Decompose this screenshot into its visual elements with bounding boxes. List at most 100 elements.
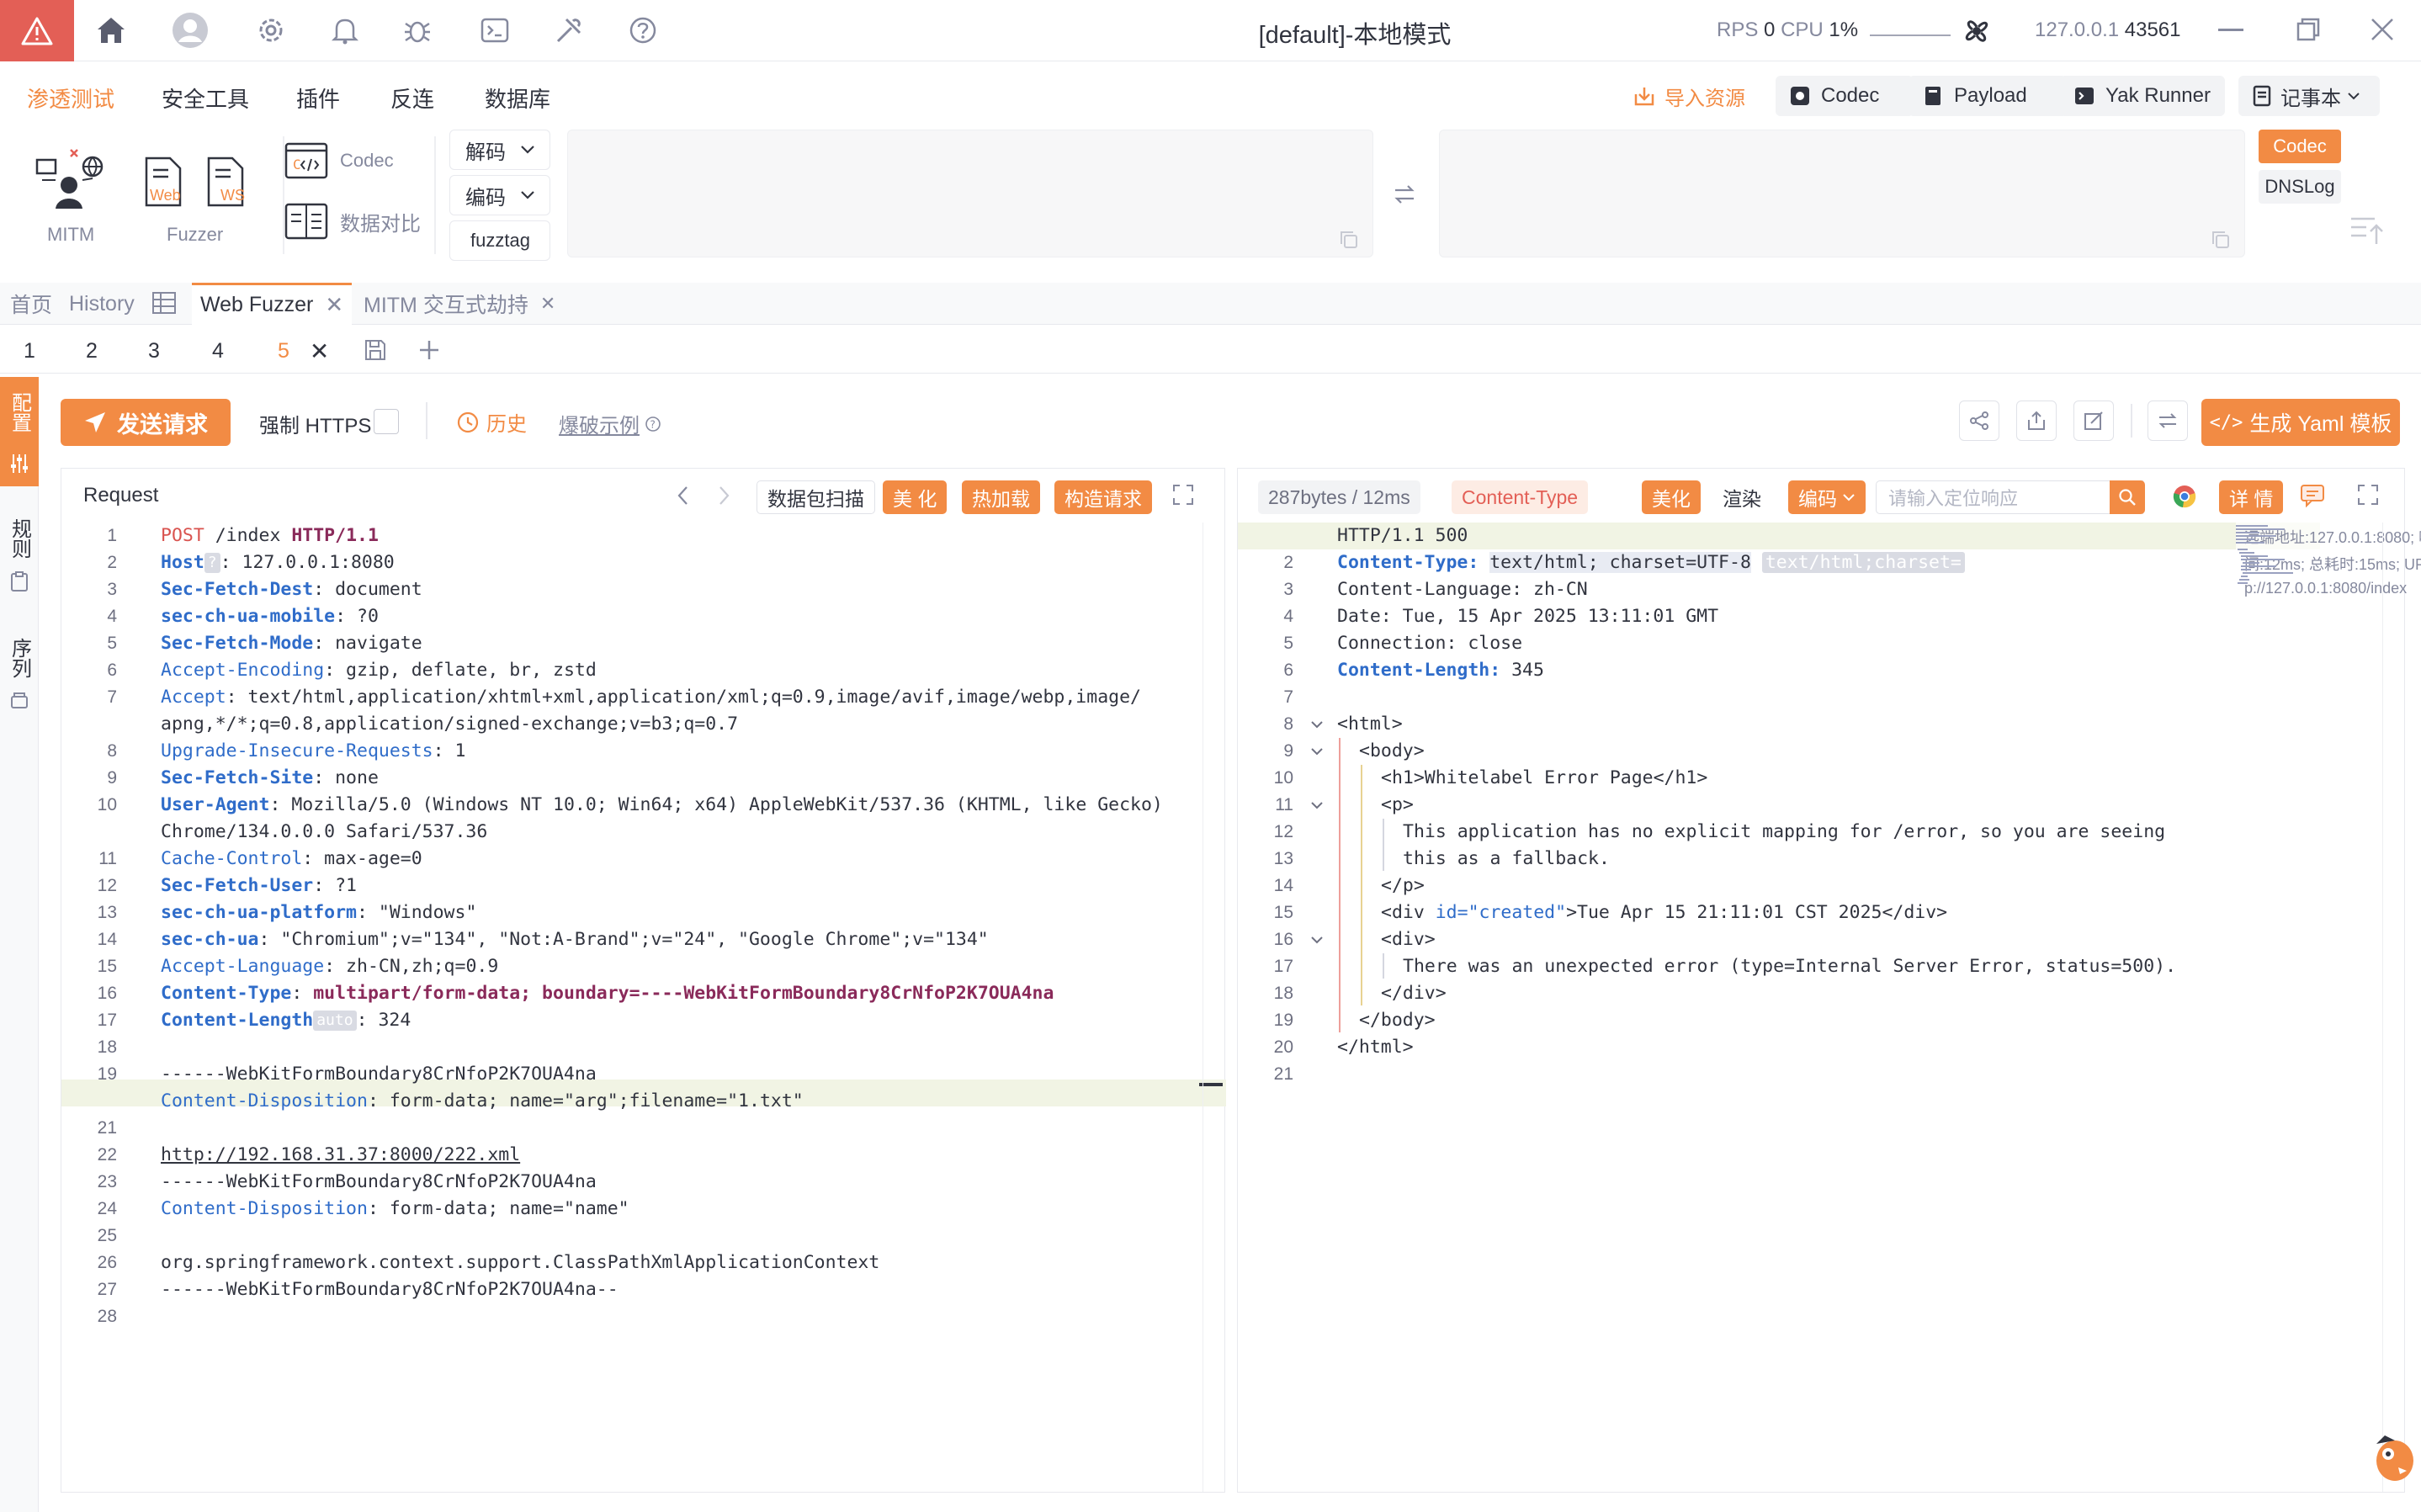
line-number: 12 [1273, 822, 1293, 841]
response-beautify-button[interactable]: 美化 [1642, 480, 1701, 514]
history-button[interactable]: 历史 [456, 407, 527, 437]
brute-example-link[interactable]: 爆破示例 ? [559, 409, 661, 438]
close-icon[interactable]: ✕ [310, 337, 329, 365]
switch-button[interactable] [2148, 401, 2188, 441]
import-resource-button[interactable]: 导入资源 [1619, 76, 1759, 116]
search-button[interactable] [2110, 480, 2145, 514]
ws-fuzzer-tool[interactable]: WS [205, 157, 246, 207]
table-icon[interactable] [151, 291, 177, 319]
rail-rules-tab[interactable]: 规则 [0, 507, 39, 599]
sub-tab-4[interactable]: 4 [212, 328, 224, 374]
swap-icon[interactable] [1392, 182, 1417, 211]
collapse-icon[interactable] [2349, 215, 2386, 250]
menu-database[interactable]: 数据库 [485, 82, 550, 114]
fullscreen-icon[interactable] [1172, 484, 1194, 510]
copy-icon[interactable] [1339, 230, 1359, 250]
codec-input-area[interactable] [567, 130, 1373, 257]
decode-label: 解码 [465, 141, 506, 164]
tab-history[interactable]: History [69, 283, 135, 325]
response-search-input[interactable]: 请输入定位响应 [1876, 480, 2143, 514]
hot-reload-button[interactable]: 热加载 [962, 480, 1040, 514]
response-scrollbar[interactable] [2382, 523, 2404, 1492]
fuzztag-button[interactable]: fuzztag [449, 220, 550, 261]
decode-select[interactable]: 解码 [449, 130, 550, 170]
copy-icon[interactable] [2211, 230, 2231, 250]
request-line: ------WebKitFormBoundary8CrNfoP2K7OUA4na… [161, 1279, 619, 1300]
payload-button[interactable]: Payload [1909, 76, 2067, 116]
chrome-icon[interactable] [2172, 484, 2197, 513]
mitm-tool[interactable] [34, 148, 108, 215]
save-icon[interactable] [364, 338, 387, 366]
detail-button[interactable]: 详 情 [2219, 480, 2284, 514]
bell-icon[interactable] [327, 12, 364, 49]
send-request-button[interactable]: 发送请求 [61, 399, 231, 446]
generate-yaml-button[interactable]: </> 生成 Yaml 模板 [2201, 399, 2400, 446]
request-editor[interactable]: 1234567891011121314151617181920212223242… [61, 523, 1226, 1492]
force-https-checkbox[interactable] [374, 409, 399, 434]
add-tab-icon[interactable] [417, 338, 441, 366]
build-request-button[interactable]: 构造请求 [1054, 480, 1152, 514]
divider [434, 136, 436, 254]
prev-icon[interactable] [674, 484, 693, 512]
fold-chevron-icon[interactable] [1309, 797, 1325, 814]
fold-chevron-icon[interactable] [1309, 716, 1325, 733]
tab-web-fuzzer[interactable]: Web Fuzzer ✕ [192, 283, 353, 325]
tab-mitm-hijack[interactable]: MITM 交互式劫持 ✕ [364, 283, 555, 325]
avatar-icon[interactable] [172, 12, 209, 49]
comment-icon[interactable] [2300, 484, 2325, 512]
response-line: <body> [1359, 740, 1425, 761]
terminal-icon[interactable] [476, 12, 513, 49]
bug-icon[interactable] [399, 12, 436, 49]
menu-security-tools[interactable]: 安全工具 [162, 82, 249, 114]
warning-icon[interactable] [0, 0, 74, 61]
menu-pentest[interactable]: 渗透测试 [27, 82, 114, 114]
notebook-button[interactable]: 记事本 [2238, 76, 2380, 116]
close-icon[interactable]: ✕ [540, 293, 555, 315]
encode-dropdown[interactable]: 编码 [1788, 480, 1866, 514]
sub-tab-1[interactable]: 1 [24, 328, 35, 374]
web-fuzzer-tool[interactable]: Web [143, 157, 183, 207]
dnslog-tab[interactable]: DNSLog [2259, 170, 2341, 204]
close-icon[interactable]: ✕ [325, 292, 343, 318]
codec-output-area[interactable] [1439, 130, 2245, 257]
close-window-icon[interactable] [2370, 17, 2395, 46]
fold-chevron-icon[interactable] [1309, 743, 1325, 760]
menu-reverse[interactable]: 反连 [390, 82, 434, 114]
request-scrollbar[interactable] [1203, 523, 1224, 1492]
data-compare-tool[interactable]: 数据对比 [284, 200, 421, 242]
rail-sequence-tab[interactable]: 序列 [0, 626, 39, 719]
content-type-button[interactable]: Content-Type [1452, 480, 1589, 514]
codec-button[interactable]: Codec [1776, 76, 1914, 116]
home-icon[interactable] [93, 12, 130, 49]
tab-home[interactable]: 首页 [10, 283, 52, 325]
next-icon[interactable] [714, 484, 733, 512]
packet-scan-button[interactable]: 数据包扫描 [757, 480, 875, 514]
mascot-icon[interactable] [2370, 1427, 2417, 1490]
edit-button[interactable] [2073, 401, 2114, 441]
tools-icon[interactable] [550, 12, 587, 49]
request-beautify-button[interactable]: 美 化 [883, 480, 948, 514]
help-icon[interactable] [624, 12, 661, 49]
rail-config-tab[interactable]: 配置 [0, 377, 39, 486]
restore-icon[interactable] [2296, 17, 2321, 46]
response-editor[interactable]: 123456789101112131415161718192021 远端地址:1… [1238, 523, 2421, 1492]
fuzzer-sub-tab-bar: 1 2 3 4 5 ✕ [0, 328, 2421, 374]
encode-select[interactable]: 编码 [449, 175, 550, 215]
menu-plugins[interactable]: 插件 [296, 82, 340, 114]
sub-tab-5[interactable]: 5 ✕ [278, 328, 329, 374]
fold-chevron-icon[interactable] [1309, 931, 1325, 948]
fullscreen-icon[interactable] [2357, 484, 2379, 510]
codec-tab[interactable]: Codec [2259, 130, 2341, 163]
response-line: Connection: close [1337, 633, 1523, 654]
codec-tool[interactable]: C Codec [284, 140, 394, 182]
render-button[interactable]: 渲染 [1712, 480, 1771, 514]
export-button[interactable] [2016, 401, 2057, 441]
yak-runner-button[interactable]: Yak Runner [2060, 76, 2225, 116]
engine-status-icon[interactable] [1961, 15, 1993, 51]
settings-icon[interactable] [252, 12, 289, 49]
sub-tab-2[interactable]: 2 [86, 328, 98, 374]
sub-tab-3[interactable]: 3 [148, 328, 160, 374]
share-button[interactable] [1959, 401, 1999, 441]
minimize-icon[interactable] [2218, 29, 2243, 31]
minimap[interactable] [2234, 523, 2392, 617]
